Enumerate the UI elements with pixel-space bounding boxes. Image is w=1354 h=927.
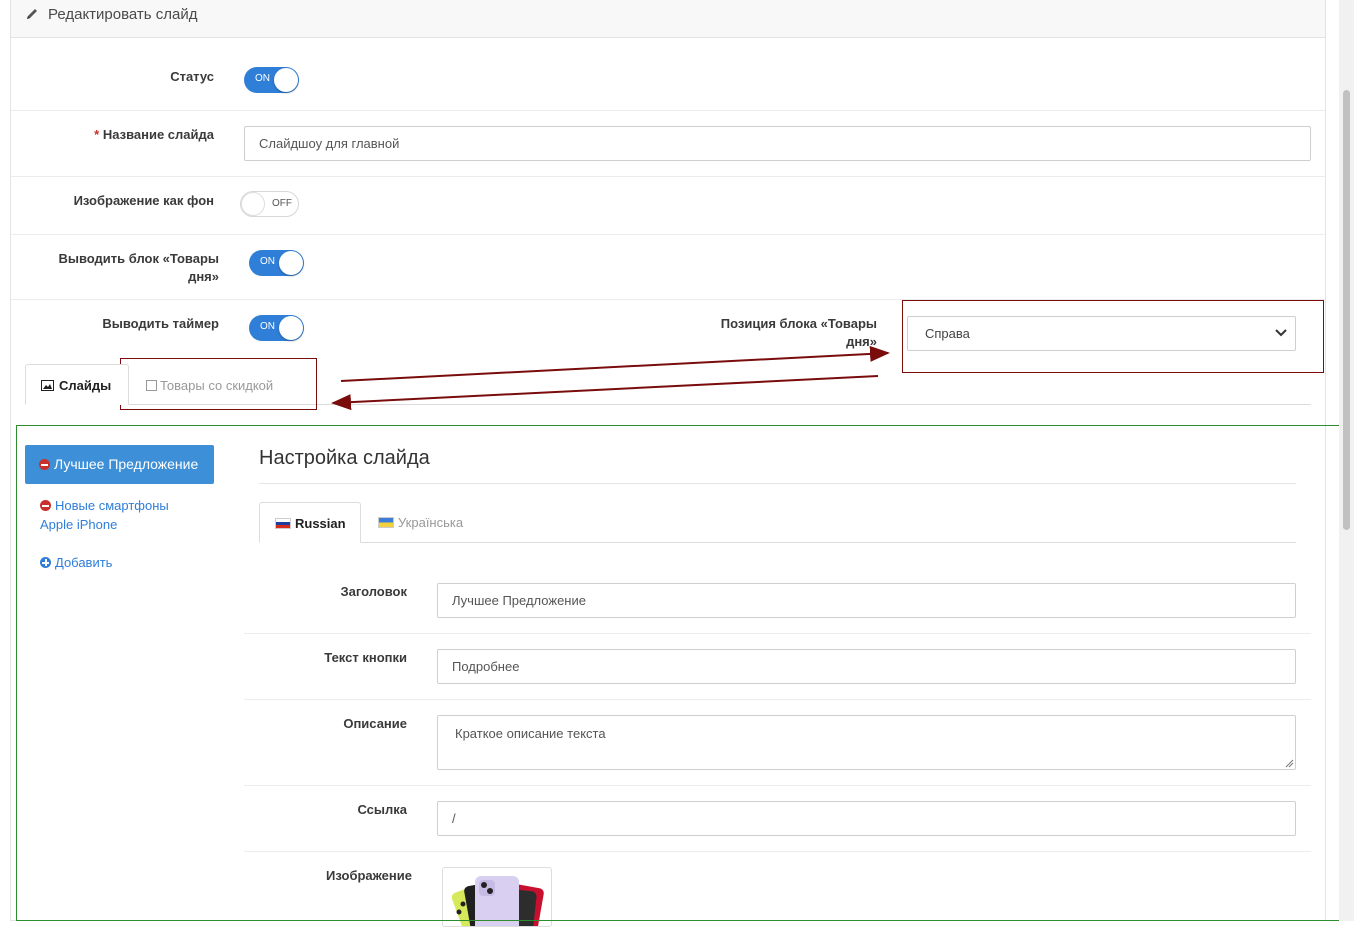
show-timer-label: Выводить таймер [102,316,219,331]
block-position-label-line2: дня» [846,334,877,349]
show-products-label-line1: Выводить блок «Товары [58,251,219,266]
tab-lang-label: Russian [295,516,346,531]
tab-slides[interactable]: Слайды [25,364,129,405]
image-bg-toggle-text: OFF [272,198,292,209]
toggle-knob [274,68,298,92]
required-mark: * [94,127,100,142]
toggle-knob [279,251,303,275]
show-products-toggle[interactable]: ON [249,250,304,276]
image-bg-toggle[interactable]: OFF [240,191,299,217]
divider [10,110,1326,111]
show-timer-toggle[interactable]: ON [249,315,304,341]
status-toggle-text: ON [255,73,270,84]
pencil-icon [27,9,37,19]
panel-heading: Редактировать слайд [11,0,1325,38]
annotation-frame-tab [120,358,317,410]
show-products-label-line2: дня» [188,269,219,284]
show-products-label: Выводить блок «Товары дня» [40,250,219,286]
show-products-toggle-text: ON [260,256,275,267]
slide-name-label-text: Название слайда [102,127,214,142]
divider [10,176,1326,177]
block-position-label-line1: Позиция блока «Товары [720,316,877,331]
block-position-label: Позиция блока «Товары дня» [680,315,877,351]
scrollbar-thumb[interactable] [1343,90,1350,530]
status-toggle[interactable]: ON [244,67,299,93]
toggle-knob [279,316,303,340]
tab-lang-russian-content: Russian [275,516,346,531]
status-label: Статус [170,69,214,84]
toggle-knob [241,192,265,216]
show-timer-toggle-text: ON [260,321,275,332]
flag-ru-icon [275,518,291,529]
tab-slides-label: Слайды [59,378,112,393]
image-icon [41,380,54,391]
slide-name-label: * Название слайда [40,126,214,144]
image-bg-label: Изображение как фон [73,193,214,208]
divider [10,234,1326,235]
panel-title: Редактировать слайд [48,6,198,23]
annotation-frame-slides [16,425,1354,921]
slide-name-input[interactable]: Слайдшоу для главной [244,126,1311,161]
annotation-frame-position [902,300,1324,373]
tab-lang-russian[interactable]: Russian [259,502,361,543]
